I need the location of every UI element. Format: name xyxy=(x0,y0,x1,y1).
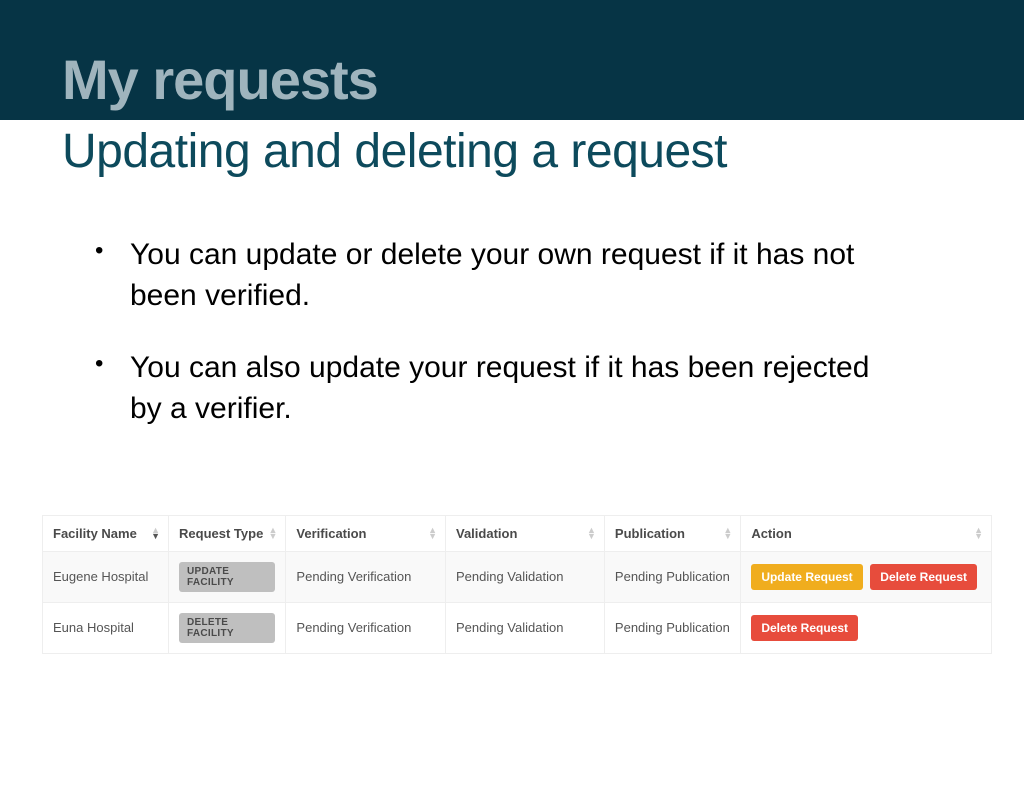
col-validation[interactable]: Validation ▲▼ xyxy=(445,516,604,552)
delete-request-button[interactable]: Delete Request xyxy=(751,615,858,641)
slide-subtitle: Updating and deleting a request xyxy=(0,120,1024,179)
bullet-item: You can also update your request if it h… xyxy=(95,347,885,430)
request-type-badge: UPDATE FACILITY xyxy=(179,562,275,592)
col-action[interactable]: Action ▲▼ xyxy=(741,516,991,552)
cell-verification: Pending Verification xyxy=(286,602,446,653)
requests-table-wrap: Facility Name ▲▼ Request Type ▲▼ Verific… xyxy=(42,515,992,654)
cell-validation: Pending Validation xyxy=(445,602,604,653)
col-verification[interactable]: Verification ▲▼ xyxy=(286,516,446,552)
cell-verification: Pending Verification xyxy=(286,551,446,602)
col-label: Verification xyxy=(296,526,366,541)
requests-table: Facility Name ▲▼ Request Type ▲▼ Verific… xyxy=(43,516,991,653)
cell-type: DELETE FACILITY xyxy=(169,602,286,653)
col-request-type[interactable]: Request Type ▲▼ xyxy=(169,516,286,552)
cell-facility: Eugene Hospital xyxy=(43,551,169,602)
table-row: Eugene Hospital UPDATE FACILITY Pending … xyxy=(43,551,991,602)
cell-validation: Pending Validation xyxy=(445,551,604,602)
sort-icon: ▲▼ xyxy=(974,527,983,539)
col-label: Publication xyxy=(615,526,685,541)
update-request-button[interactable]: Update Request xyxy=(751,564,862,590)
page-title: My requests xyxy=(62,47,378,112)
sort-icon: ▲▼ xyxy=(269,527,278,539)
sort-icon: ▲▼ xyxy=(428,527,437,539)
cell-type: UPDATE FACILITY xyxy=(169,551,286,602)
bullet-list: You can update or delete your own reques… xyxy=(0,179,1024,430)
cell-facility: Euna Hospital xyxy=(43,602,169,653)
col-label: Action xyxy=(751,526,791,541)
col-label: Request Type xyxy=(179,526,263,541)
col-label: Validation xyxy=(456,526,517,541)
col-publication[interactable]: Publication ▲▼ xyxy=(604,516,740,552)
sort-icon: ▲▼ xyxy=(587,527,596,539)
cell-publication: Pending Publication xyxy=(604,602,740,653)
delete-request-button[interactable]: Delete Request xyxy=(870,564,977,590)
col-facility-name[interactable]: Facility Name ▲▼ xyxy=(43,516,169,552)
cell-action: Delete Request xyxy=(741,602,991,653)
col-label: Facility Name xyxy=(53,526,137,541)
sort-icon: ▲▼ xyxy=(723,527,732,539)
sort-icon: ▲▼ xyxy=(151,527,160,539)
cell-publication: Pending Publication xyxy=(604,551,740,602)
bullet-item: You can update or delete your own reques… xyxy=(95,234,885,317)
request-type-badge: DELETE FACILITY xyxy=(179,613,275,643)
cell-action: Update Request Delete Request xyxy=(741,551,991,602)
table-row: Euna Hospital DELETE FACILITY Pending Ve… xyxy=(43,602,991,653)
slide-header: My requests xyxy=(0,0,1024,120)
